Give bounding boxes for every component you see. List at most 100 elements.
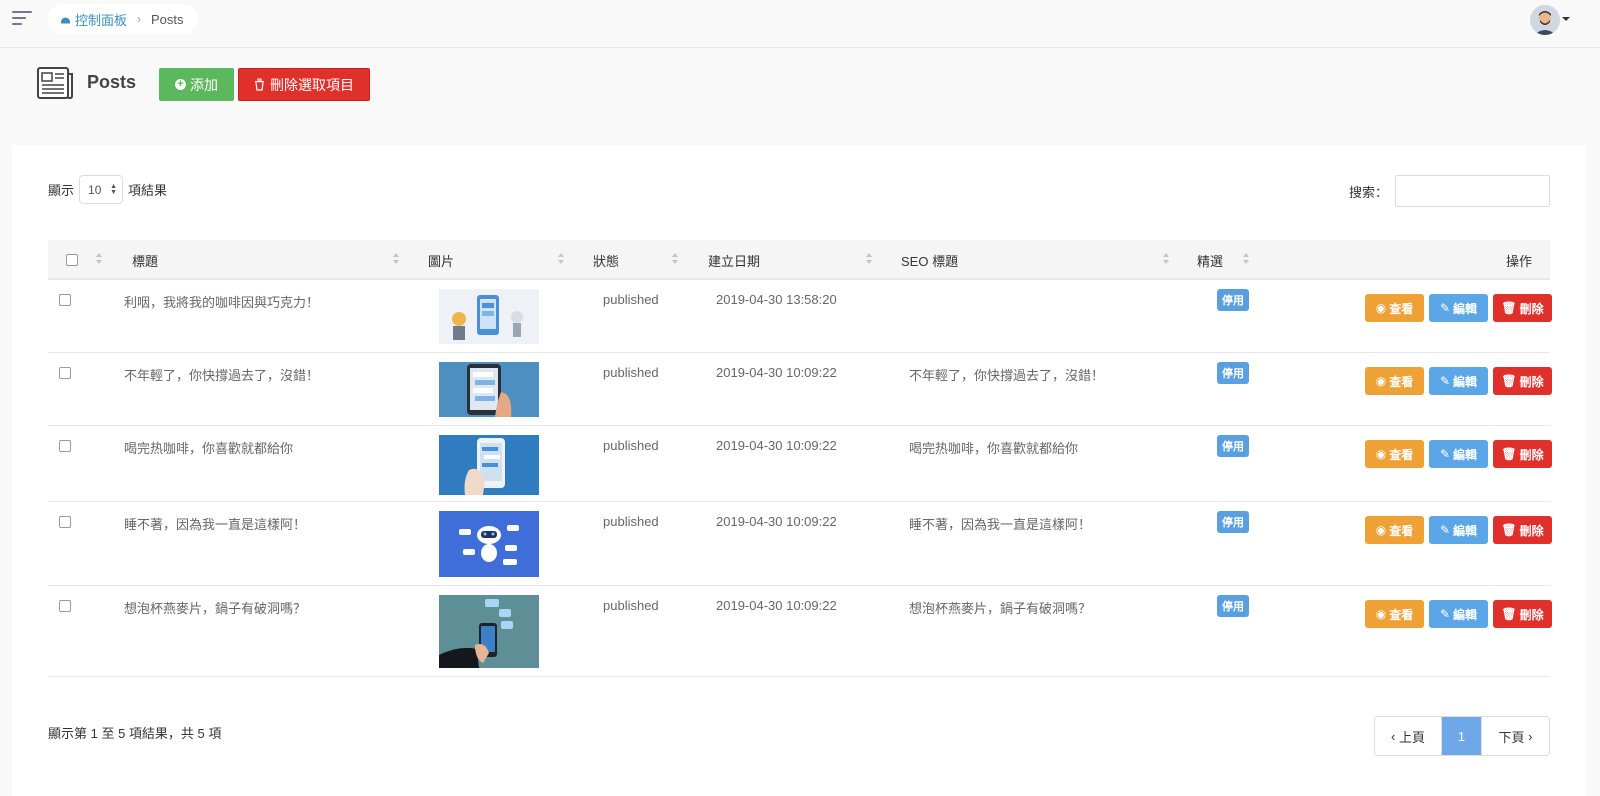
column-header-status[interactable]: 狀態: [593, 251, 619, 270]
row-status: published: [603, 365, 659, 380]
user-avatar[interactable]: [1530, 5, 1560, 35]
sort-icon[interactable]: [1243, 253, 1250, 264]
column-header-seo[interactable]: SEO 標題: [901, 251, 958, 270]
view-button[interactable]: ◉ 查看: [1365, 367, 1424, 395]
column-header-actions: 操作: [1505, 254, 1532, 269]
row-title: 喝完热咖啡，你喜歡就都給你: [124, 441, 294, 456]
sort-icon[interactable]: [96, 253, 103, 264]
sort-icon[interactable]: [672, 253, 679, 264]
view-button[interactable]: ◉ 查看: [1365, 440, 1424, 468]
trash-icon: 🗑: [1501, 607, 1517, 621]
eye-icon: ◉: [1375, 447, 1387, 461]
trash-icon: 🗑: [1501, 374, 1517, 388]
breadcrumb-separator-icon: ›: [137, 12, 142, 26]
next-page-button[interactable]: 下頁 ›: [1482, 717, 1549, 755]
sort-icon[interactable]: [393, 253, 400, 264]
featured-badge[interactable]: 停用: [1217, 289, 1249, 311]
sort-icon[interactable]: [558, 253, 565, 264]
row-seo: 想泡杯燕麥片，鍋子有破洞嗎？: [909, 601, 1092, 616]
breadcrumb-home[interactable]: 控制面板: [60, 10, 127, 29]
select-all-checkbox[interactable]: [66, 254, 78, 266]
edit-icon: ✎: [1439, 447, 1451, 461]
row-created: 2019-04-30 10:09:22: [716, 438, 837, 453]
delete-button[interactable]: 🗑 刪除: [1493, 600, 1552, 628]
featured-badge[interactable]: 停用: [1217, 595, 1249, 617]
menu-toggle-icon[interactable]: [12, 11, 32, 25]
show-label: 顯示: [48, 183, 75, 198]
row-status: published: [603, 292, 659, 307]
column-header-title[interactable]: 標題: [132, 251, 158, 270]
prev-page-button[interactable]: ‹ 上頁: [1375, 717, 1442, 755]
edit-button[interactable]: ✎ 編輯: [1429, 367, 1488, 395]
delete-button[interactable]: 🗑 刪除: [1493, 516, 1552, 544]
row-title: 不年輕了，你快撐過去了，沒錯！: [124, 368, 320, 383]
featured-badge[interactable]: 停用: [1217, 511, 1249, 533]
top-bar: 控制面板 › Posts: [0, 0, 1600, 48]
column-header-image[interactable]: 圖片: [428, 251, 454, 270]
delete-selected-button[interactable]: 刪除選取項目: [238, 68, 370, 101]
row-seo: 睡不著，因為我一直是這樣阿！: [909, 517, 1092, 532]
select-arrows-icon: ▲ ▼: [110, 182, 118, 196]
chevron-down-icon[interactable]: [1562, 17, 1570, 21]
edit-button[interactable]: ✎ 編輯: [1429, 600, 1488, 628]
row-created: 2019-04-30 13:58:20: [716, 292, 837, 307]
search-label: 搜索：: [1348, 184, 1388, 200]
page-length-select[interactable]: 10 ▲ ▼: [79, 175, 124, 204]
column-header-featured[interactable]: 精選: [1197, 251, 1223, 270]
featured-badge[interactable]: 停用: [1217, 362, 1249, 384]
trash-icon: 🗑: [1501, 523, 1517, 537]
row-seo: 不年輕了，你快撐過去了，沒錯！: [909, 368, 1105, 383]
posts-card: 顯示 10 ▲ ▼ 項結果 搜索： 標題 圖片 狀態 建立日期 SEO 標題 精選…: [12, 145, 1586, 796]
post-thumbnail-image: [439, 362, 539, 417]
row-title: 想泡杯燕麥片，鍋子有破洞嗎？: [124, 601, 307, 616]
view-button[interactable]: ◉ 查看: [1365, 294, 1424, 322]
edit-button[interactable]: ✎ 編輯: [1429, 294, 1488, 322]
row-created: 2019-04-30 10:09:22: [716, 598, 837, 613]
table-row: 睡不著，因為我一直是這樣阿！ published 2019-04-30 10:0…: [48, 502, 1552, 586]
trash-icon: 🗑: [1501, 301, 1517, 315]
post-thumbnail-image: [439, 289, 539, 344]
page-1-button[interactable]: 1: [1442, 717, 1482, 755]
delete-button[interactable]: 🗑 刪除: [1493, 367, 1552, 395]
edit-button[interactable]: ✎ 編輯: [1429, 516, 1488, 544]
news-icon: [37, 67, 73, 99]
featured-badge[interactable]: 停用: [1217, 435, 1249, 457]
delete-button[interactable]: 🗑 刪除: [1493, 294, 1552, 322]
add-button[interactable]: + 添加: [159, 68, 234, 101]
avatar-icon: [1530, 5, 1560, 35]
plus-circle-icon: +: [175, 79, 186, 90]
row-created: 2019-04-30 10:09:22: [716, 365, 837, 380]
edit-button[interactable]: ✎ 編輯: [1429, 440, 1488, 468]
edit-icon: ✎: [1439, 374, 1451, 388]
page-length-control: 顯示 10 ▲ ▼ 項結果: [48, 175, 167, 204]
sort-icon[interactable]: [1163, 253, 1170, 264]
search-input[interactable]: [1395, 175, 1550, 207]
pagination: ‹ 上頁 1 下頁 ›: [1374, 716, 1550, 756]
view-button[interactable]: ◉ 查看: [1365, 600, 1424, 628]
row-checkbox[interactable]: [59, 600, 71, 612]
eye-icon: ◉: [1375, 374, 1387, 388]
row-checkbox[interactable]: [59, 294, 71, 306]
dashboard-icon: [61, 17, 70, 24]
row-title: 利咽，我將我的咖啡因與巧克力！: [124, 295, 320, 310]
edit-icon: ✎: [1439, 607, 1451, 621]
edit-icon: ✎: [1439, 523, 1451, 537]
row-checkbox[interactable]: [59, 516, 71, 528]
eye-icon: ◉: [1375, 607, 1387, 621]
sort-icon[interactable]: [866, 253, 873, 264]
breadcrumb-current: Posts: [151, 11, 184, 27]
post-thumbnail-image: [439, 511, 539, 577]
table-row: 喝完热咖啡，你喜歡就都給你 published 2019-04-30 10:09…: [48, 426, 1552, 502]
view-button[interactable]: ◉ 查看: [1365, 516, 1424, 544]
row-title: 睡不著，因為我一直是這樣阿！: [124, 517, 307, 532]
post-thumbnail-image: [439, 595, 539, 668]
row-checkbox[interactable]: [59, 367, 71, 379]
edit-icon: ✎: [1439, 301, 1451, 315]
eye-icon: ◉: [1375, 301, 1387, 315]
delete-button[interactable]: 🗑 刪除: [1493, 440, 1552, 468]
eye-icon: ◉: [1375, 523, 1387, 537]
table-row: 想泡杯燕麥片，鍋子有破洞嗎？ published 2019-04-30 10:0…: [48, 586, 1552, 677]
chevron-right-icon: ›: [1524, 728, 1533, 744]
row-checkbox[interactable]: [59, 440, 71, 452]
column-header-created[interactable]: 建立日期: [708, 251, 760, 270]
